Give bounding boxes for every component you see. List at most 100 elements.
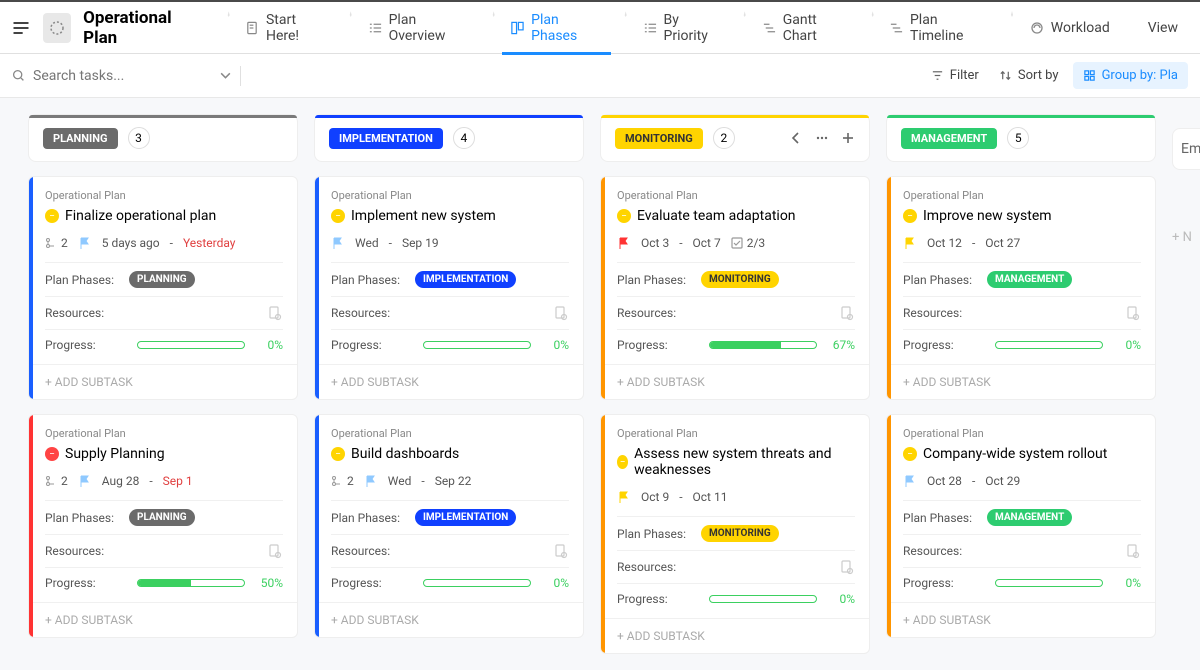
field-label: Progress: xyxy=(331,338,415,352)
status-icon: − xyxy=(903,447,917,461)
flag-icon[interactable] xyxy=(617,490,631,504)
menu-icon[interactable] xyxy=(8,14,35,42)
status-icon: − xyxy=(903,209,917,223)
progress-pct: 0% xyxy=(539,576,569,590)
progress-pct: 0% xyxy=(539,338,569,352)
sort-button[interactable]: Sort by xyxy=(993,64,1065,87)
task-card[interactable]: Operational Plan −Improve new system Oct… xyxy=(886,176,1156,400)
add-subtask-button[interactable]: + ADD SUBTASK xyxy=(601,618,869,653)
date-end: Oct 29 xyxy=(985,474,1020,488)
more-icon[interactable] xyxy=(815,131,829,145)
task-title: Finalize operational plan xyxy=(65,208,216,224)
add-view-button[interactable]: View xyxy=(1128,1,1192,55)
task-card[interactable]: Operational Plan −Build dashboards 2 Wed… xyxy=(314,414,584,638)
add-subtask-button[interactable]: + ADD SUBTASK xyxy=(315,364,583,399)
flag-icon[interactable] xyxy=(331,236,345,250)
document-icon[interactable] xyxy=(839,305,855,321)
filter-button[interactable]: Filter xyxy=(925,64,985,87)
task-card[interactable]: Operational Plan −Supply Planning 2 Aug … xyxy=(28,414,298,638)
card-accent xyxy=(601,177,605,399)
add-subtask-button[interactable]: + ADD SUBTASK xyxy=(315,602,583,637)
chevron-left-icon[interactable] xyxy=(789,131,803,145)
flag-icon[interactable] xyxy=(617,236,631,250)
tab-plan-overview[interactable]: Plan Overview xyxy=(354,1,485,55)
date-end: Sep 19 xyxy=(402,236,439,250)
progress-pct: 67% xyxy=(825,338,855,352)
document-icon[interactable] xyxy=(267,305,283,321)
project-label: Operational Plan xyxy=(45,427,283,440)
task-card[interactable]: Operational Plan −Evaluate team adaptati… xyxy=(600,176,870,400)
field-label: Resources: xyxy=(45,306,129,320)
date-end: Oct 27 xyxy=(985,236,1020,250)
date-end: Oct 7 xyxy=(693,236,721,250)
document-icon[interactable] xyxy=(1125,543,1141,559)
tab-by-priority[interactable]: By Priority xyxy=(629,1,737,55)
add-subtask-button[interactable]: + ADD SUBTASK xyxy=(29,602,297,637)
search-input[interactable] xyxy=(33,68,211,84)
add-subtask-button[interactable]: + ADD SUBTASK xyxy=(887,602,1155,637)
flag-icon[interactable] xyxy=(78,236,92,250)
column-monitoring: MONITORING 2 Operational Plan −Evaluate … xyxy=(600,114,870,654)
document-icon[interactable] xyxy=(1125,305,1141,321)
progress-pct: 0% xyxy=(825,592,855,606)
column-header[interactable]: IMPLEMENTATION 4 xyxy=(314,114,584,162)
add-subtask-button[interactable]: + ADD SUBTASK xyxy=(601,364,869,399)
tab-label: Start Here! xyxy=(266,12,328,44)
field-label: Resources: xyxy=(331,544,415,558)
field-label: Plan Phases: xyxy=(45,511,129,525)
task-card[interactable]: Operational Plan −Implement new system W… xyxy=(314,176,584,400)
date-end: Sep 1 xyxy=(163,474,193,488)
flag-icon[interactable] xyxy=(903,236,917,250)
field-label: Plan Phases: xyxy=(903,273,987,287)
column-header[interactable]: PLANNING 3 xyxy=(28,114,298,162)
document-icon[interactable] xyxy=(839,559,855,575)
tab-gantt-chart[interactable]: Gantt Chart xyxy=(748,1,864,55)
view-label: View xyxy=(1148,20,1178,36)
column-header[interactable]: MANAGEMENT 5 xyxy=(886,114,1156,162)
tab-start-here[interactable]: Start Here! xyxy=(231,1,342,55)
date-start: Oct 3 xyxy=(641,236,669,250)
group-by-button[interactable]: Group by: Pla xyxy=(1073,62,1188,89)
task-title: Company-wide system rollout xyxy=(923,446,1107,462)
date-start: Wed xyxy=(355,236,379,250)
flag-icon[interactable] xyxy=(364,474,378,488)
project-label: Operational Plan xyxy=(903,427,1141,440)
phase-badge: PLANNING xyxy=(129,509,195,526)
card-accent xyxy=(315,415,319,637)
document-icon[interactable] xyxy=(553,305,569,321)
document-icon[interactable] xyxy=(553,543,569,559)
sort-label: Sort by xyxy=(1018,68,1059,83)
phase-badge: MANAGEMENT xyxy=(987,271,1072,288)
tab-plan-timeline[interactable]: Plan Timeline xyxy=(875,1,1003,55)
task-title: Build dashboards xyxy=(351,446,459,462)
tab-plan-phases[interactable]: Plan Phases xyxy=(496,1,617,55)
progress-pct: 0% xyxy=(253,338,283,352)
phase-pill: MONITORING xyxy=(615,128,703,149)
plus-icon[interactable] xyxy=(841,131,855,145)
task-card[interactable]: Operational Plan −Finalize operational p… xyxy=(28,176,298,400)
add-subtask-button[interactable]: + ADD SUBTASK xyxy=(29,364,297,399)
search-icon xyxy=(12,68,25,83)
tab-label: By Priority xyxy=(664,12,723,44)
subtask-count: 2 xyxy=(45,236,68,250)
task-card[interactable]: Operational Plan −Company-wide system ro… xyxy=(886,414,1156,638)
chevron-down-icon[interactable] xyxy=(219,68,232,83)
field-label: Resources: xyxy=(331,306,415,320)
status-icon: − xyxy=(331,209,345,223)
tab-label: Plan Overview xyxy=(389,12,471,44)
column-header-overflow[interactable]: Em xyxy=(1172,128,1200,170)
flag-icon[interactable] xyxy=(78,474,92,488)
project-label: Operational Plan xyxy=(45,189,283,202)
new-task-hint[interactable]: + N xyxy=(1172,230,1200,245)
task-card[interactable]: Operational Plan −Assess new system thre… xyxy=(600,414,870,654)
flag-icon[interactable] xyxy=(903,474,917,488)
field-label: Resources: xyxy=(45,544,129,558)
column-header[interactable]: MONITORING 2 xyxy=(600,114,870,162)
tab-workload[interactable]: Workload xyxy=(1015,1,1124,55)
add-subtask-button[interactable]: + ADD SUBTASK xyxy=(887,364,1155,399)
document-icon[interactable] xyxy=(267,543,283,559)
date-start: Oct 9 xyxy=(641,490,669,504)
phase-badge: MONITORING xyxy=(701,525,779,542)
app-icon[interactable] xyxy=(43,13,72,43)
tab-label: Plan Phases xyxy=(531,12,603,44)
